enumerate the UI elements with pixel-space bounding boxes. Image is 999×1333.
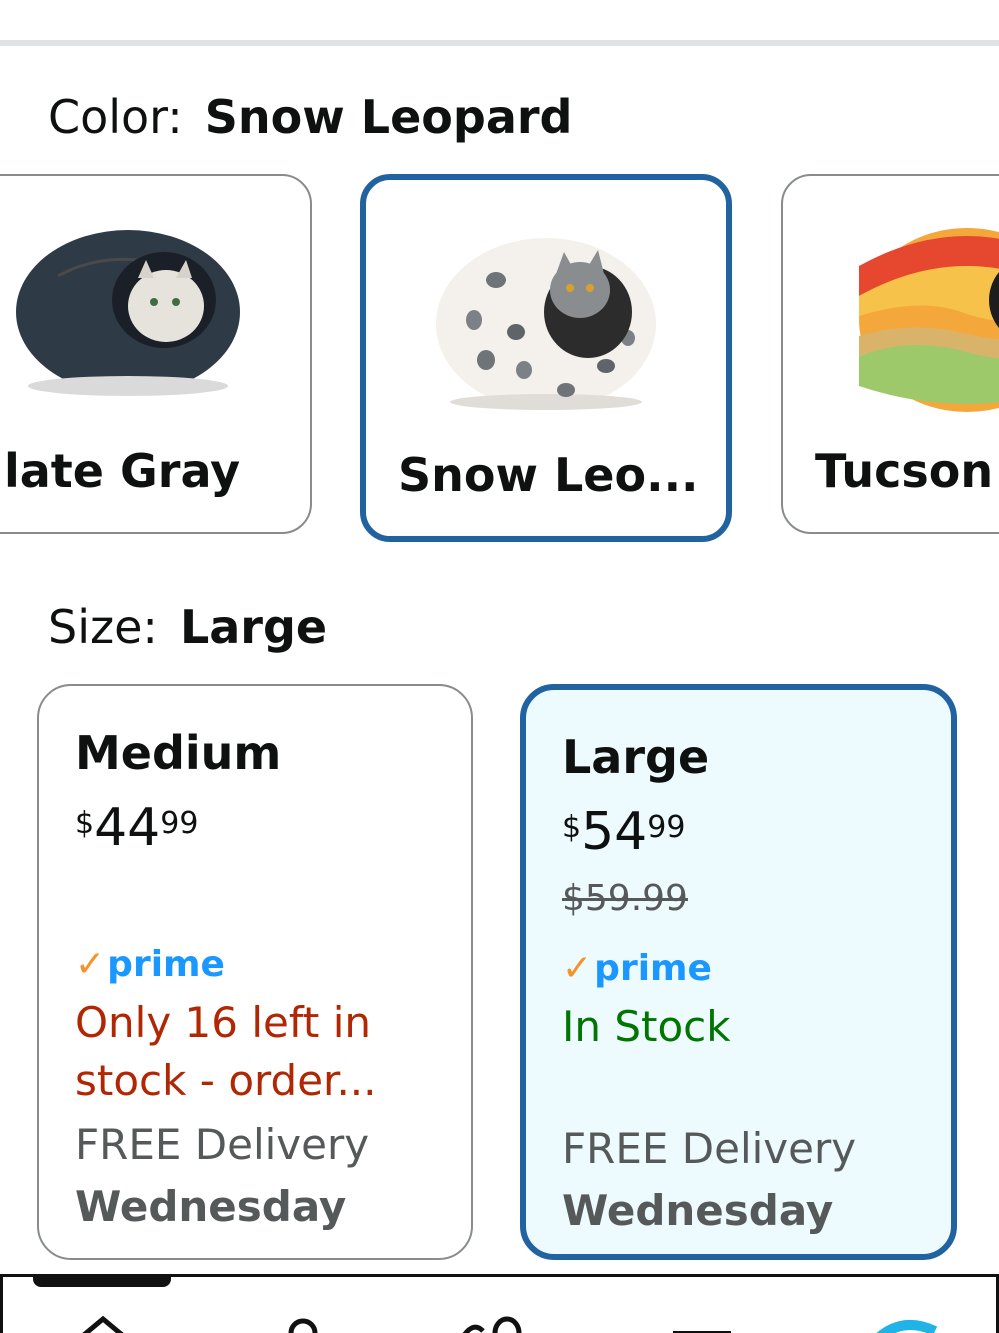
active-tab-indicator xyxy=(33,1277,171,1287)
top-divider xyxy=(0,40,999,46)
price-fraction: 99 xyxy=(647,810,686,845)
prime-label: prime xyxy=(107,944,225,985)
delivery-label: FREE Delivery xyxy=(562,1124,857,1173)
size-value: Large xyxy=(179,600,328,654)
price-whole: 44 xyxy=(94,798,161,858)
size-option-title: Large xyxy=(562,730,710,784)
size-label-row: Size: Large xyxy=(48,600,327,654)
color-swatch-snow-leopard[interactable]: Snow Leo... xyxy=(360,174,732,542)
color-swatch-name: Snow Leo... xyxy=(398,448,699,502)
prime-badge: ✓prime xyxy=(562,948,712,989)
delivery-info: FREE Delivery Wednesday xyxy=(562,1118,856,1242)
cat-cave-tucson-image xyxy=(859,228,999,412)
home-icon[interactable] xyxy=(75,1311,131,1333)
prime-badge: ✓prime xyxy=(75,944,225,985)
color-label-row: Color: Snow Leopard xyxy=(48,90,572,144)
color-label: Color: xyxy=(48,90,183,144)
price-symbol: $ xyxy=(562,810,582,845)
size-option-large[interactable]: Large $5499 $59.99 ✓prime In Stock FREE … xyxy=(520,684,957,1260)
prime-check-icon: ✓ xyxy=(562,948,593,989)
color-swatch-slate-gray[interactable]: late Gray xyxy=(0,174,312,534)
list-price: $59.99 xyxy=(562,878,688,919)
menu-icon[interactable] xyxy=(671,1311,733,1333)
color-swatch-tucson[interactable]: Tucson S xyxy=(781,174,999,534)
price-fraction: 99 xyxy=(160,806,199,841)
price-whole: 54 xyxy=(581,802,648,862)
delivery-day: Wednesday xyxy=(75,1182,347,1231)
size-option-price: $5499 xyxy=(562,802,685,862)
size-option-title: Medium xyxy=(75,726,282,780)
color-value: Snow Leopard xyxy=(204,90,573,144)
prime-label: prime xyxy=(594,948,712,989)
size-option-medium[interactable]: Medium $4499 ✓prime Only 16 left in stoc… xyxy=(37,684,473,1260)
color-swatch-name: Tucson S xyxy=(815,444,999,498)
cat-cave-snow-leopard-image xyxy=(436,238,656,410)
color-swatch-name: late Gray xyxy=(4,444,241,498)
prime-check-icon: ✓ xyxy=(75,944,106,985)
size-label: Size: xyxy=(48,600,158,654)
bottom-nav-bar xyxy=(0,1274,999,1333)
profile-icon[interactable] xyxy=(283,1311,323,1333)
delivery-info: FREE Delivery Wednesday xyxy=(75,1114,369,1238)
price-symbol: $ xyxy=(75,806,95,841)
cat-cave-slate-gray-image xyxy=(16,230,240,396)
delivery-label: FREE Delivery xyxy=(75,1120,370,1169)
cart-icon[interactable] xyxy=(459,1311,529,1333)
delivery-day: Wednesday xyxy=(562,1186,834,1235)
stock-status: Only 16 left in stock - order... xyxy=(75,998,377,1105)
stock-status: In Stock xyxy=(562,1002,731,1051)
assistant-icon[interactable] xyxy=(871,1311,941,1333)
size-option-price: $4499 xyxy=(75,798,198,858)
